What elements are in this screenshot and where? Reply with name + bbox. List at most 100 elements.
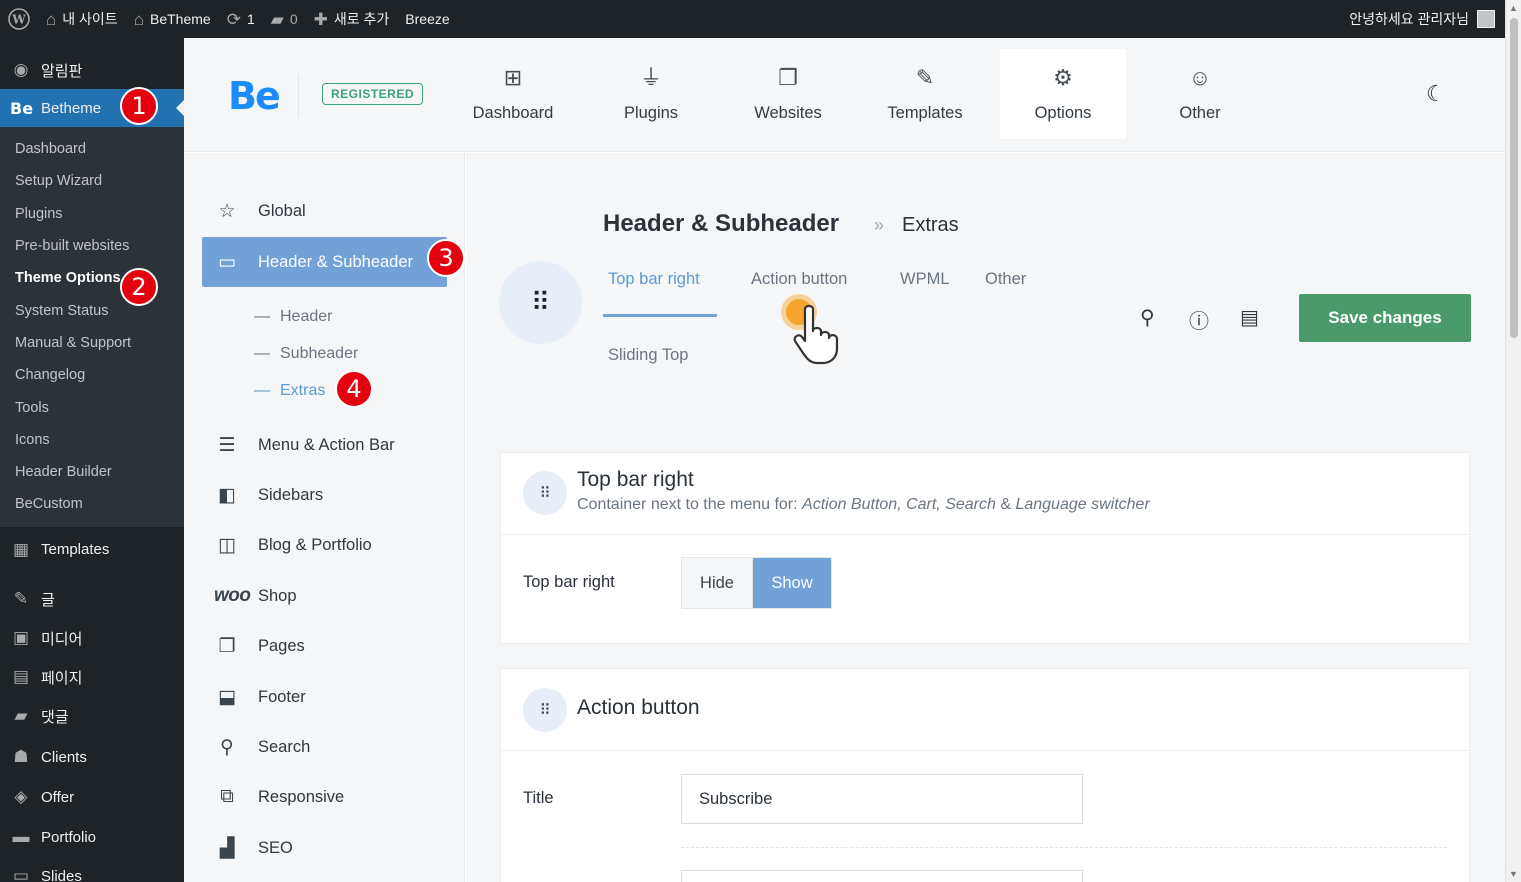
show-option[interactable]: Show	[753, 558, 831, 608]
optnav-menu-action-bar[interactable]: ☰ Menu & Action Bar	[202, 420, 447, 470]
options-side-nav: ☆ Global ▭ Header & Subheader — Header —…	[184, 153, 465, 882]
subtab-wpml[interactable]: WPML	[900, 270, 950, 289]
theme-link[interactable]: ⌂ BeTheme	[126, 0, 219, 38]
submenu-header-builder[interactable]: Header Builder	[0, 456, 184, 488]
breadcrumb-separator: »	[874, 215, 885, 235]
next-input-field[interactable]	[681, 870, 1083, 882]
optnav-pages[interactable]: ❐ Pages	[202, 621, 447, 671]
submenu-system-status[interactable]: System Status	[0, 294, 184, 326]
scroll-up-arrow-icon[interactable]: ▲	[1509, 3, 1518, 13]
topnav-options[interactable]: ⚙ Options	[1000, 49, 1126, 139]
optnav-search[interactable]: ⚲ Search	[202, 722, 447, 772]
menu-offer[interactable]: ◈ Offer	[0, 778, 184, 817]
topnav-other[interactable]: ☺ Other	[1137, 49, 1263, 139]
optnav-sidebars[interactable]: ◧ Sidebars	[202, 470, 447, 520]
search-icon[interactable]: ⚲	[1140, 305, 1155, 330]
my-account-menu[interactable]: 안녕하세요 관리자님	[1349, 9, 1505, 29]
breeze-menu[interactable]: Breeze	[397, 0, 457, 38]
logo-divider	[298, 74, 299, 118]
submenu-manual-support[interactable]: Manual & Support	[0, 327, 184, 359]
desc-prefix: Container next to the menu for:	[577, 496, 803, 513]
submenu-changelog[interactable]: Changelog	[0, 359, 184, 391]
menu-media[interactable]: ▣ 미디어	[0, 619, 184, 658]
subtab-other[interactable]: Other	[985, 270, 1026, 289]
topnav-dashboard[interactable]: ⊞ Dashboard	[450, 49, 576, 139]
optnav-global-label: Global	[258, 201, 306, 220]
folder-icon: ▬	[12, 827, 30, 847]
dots-grid-icon: ⠿	[523, 688, 567, 732]
submenu-tools[interactable]: Tools	[0, 391, 184, 423]
subtab-sliding-top[interactable]: Sliding Top	[608, 346, 688, 365]
field-label-title: Title	[523, 789, 554, 807]
optnav-sub-extras-label: Extras	[280, 382, 326, 399]
optnav-footer[interactable]: ⬓ Footer	[202, 672, 447, 722]
subtab-top-bar-right[interactable]: Top bar right	[608, 270, 700, 289]
site-name-menu[interactable]: ⌂ 내 사이트	[38, 0, 126, 38]
menu-comments[interactable]: ▰ 댓글	[0, 697, 184, 736]
save-changes-button[interactable]: Save changes	[1299, 294, 1471, 342]
edit-template-icon: ✎	[915, 64, 935, 90]
optnav-blog-portfolio[interactable]: ◫ Blog & Portfolio	[202, 520, 447, 570]
subtab-action-button[interactable]: Action button	[751, 270, 847, 289]
optnav-sub-subheader[interactable]: — Subheader	[254, 345, 358, 363]
menu-dashboard[interactable]: ◉ 알림판	[0, 51, 184, 89]
optnav-shop[interactable]: woo Shop	[202, 571, 447, 621]
menu-clients[interactable]: ☗ Clients	[0, 738, 184, 777]
submenu-prebuilt-websites[interactable]: Pre-built websites	[0, 230, 184, 262]
hide-option[interactable]: Hide	[682, 558, 753, 608]
optnav-header-subheader[interactable]: ▭ Header & Subheader	[202, 237, 447, 287]
scroll-down-arrow-icon[interactable]: ▼	[1509, 869, 1518, 879]
optnav-item-label: Blog & Portfolio	[258, 535, 372, 554]
tag-icon: ◈	[14, 787, 28, 807]
help-circle-icon[interactable]: ⓘ	[1189, 305, 1209, 334]
topnav-templates[interactable]: ✎ Templates	[862, 49, 988, 139]
notes-icon[interactable]: ▤	[1240, 305, 1259, 330]
menu-templates[interactable]: ▦ Templates	[0, 530, 184, 570]
topnav-websites-label: Websites	[754, 103, 822, 122]
dash-icon: —	[254, 382, 270, 399]
scrollbar-thumb[interactable]	[1510, 18, 1518, 338]
annotation-badge-2: 2	[120, 268, 158, 306]
dark-mode-moon-icon[interactable]: ☾	[1426, 81, 1446, 107]
optnav-responsive[interactable]: ⧉ Responsive	[202, 772, 447, 822]
menu-portfolio[interactable]: ▬ Portfolio	[0, 818, 184, 857]
layout-grid-icon: ⊞	[503, 64, 523, 90]
optnav-item-label: Sidebars	[258, 485, 324, 504]
dots-grid-icon[interactable]: ⠿	[499, 261, 582, 344]
topnav-plugins[interactable]: ⏚ Plugins	[588, 49, 714, 139]
topnav-other-label: Other	[1179, 103, 1221, 122]
menu-slides[interactable]: ▭ Slides	[0, 857, 184, 882]
submenu-setup-wizard[interactable]: Setup Wizard	[0, 165, 184, 197]
annotation-badge-4: 4	[335, 370, 373, 408]
submenu-dashboard[interactable]: Dashboard	[0, 133, 184, 165]
topnav-plugins-label: Plugins	[623, 103, 679, 122]
action-button-title-input[interactable]	[681, 774, 1083, 824]
new-content-label: 새로 추가	[333, 11, 390, 27]
greeting-text: 안녕하세요 관리자님	[1349, 11, 1469, 27]
slides-icon: ▭	[12, 866, 30, 882]
options-main-pane: ⠿ Header & Subheader » Extras Top bar ri…	[466, 153, 1505, 882]
optnav-sub-extras[interactable]: — Extras	[254, 382, 325, 400]
windows-stack-icon: ❐	[778, 64, 798, 90]
submenu-becustom[interactable]: BeCustom	[0, 488, 184, 520]
submenu-icons[interactable]: Icons	[0, 424, 184, 456]
optnav-global[interactable]: ☆ Global	[202, 186, 447, 236]
comments-link[interactable]: ▰ 0	[263, 0, 306, 38]
menu-posts[interactable]: ✎ 글	[0, 580, 184, 619]
window-scrollbar[interactable]: ▲ ▼	[1505, 0, 1521, 882]
columns-icon: ◫	[218, 534, 236, 556]
menu-pages[interactable]: ▤ 페이지	[0, 658, 184, 697]
topnav-websites[interactable]: ❐ Websites	[725, 49, 851, 139]
media-icon: ▣	[12, 628, 30, 648]
optnav-seo[interactable]: ▟ SEO	[202, 823, 447, 873]
optnav-sub-header[interactable]: — Header	[254, 308, 332, 326]
submenu-plugins[interactable]: Plugins	[0, 198, 184, 230]
updates-link[interactable]: ⟳ 1	[219, 0, 263, 38]
home-group-icon: ⌂	[46, 9, 57, 29]
footer-layout-icon: ⬓	[218, 686, 236, 708]
menu-offer-label: Offer	[41, 788, 75, 806]
hamburger-menu-icon: ☰	[218, 434, 236, 456]
wp-logo-menu[interactable]: W	[0, 0, 38, 38]
pages-copy-icon: ❐	[218, 635, 236, 657]
new-content-menu[interactable]: ✚ 새로 추가	[306, 0, 398, 38]
